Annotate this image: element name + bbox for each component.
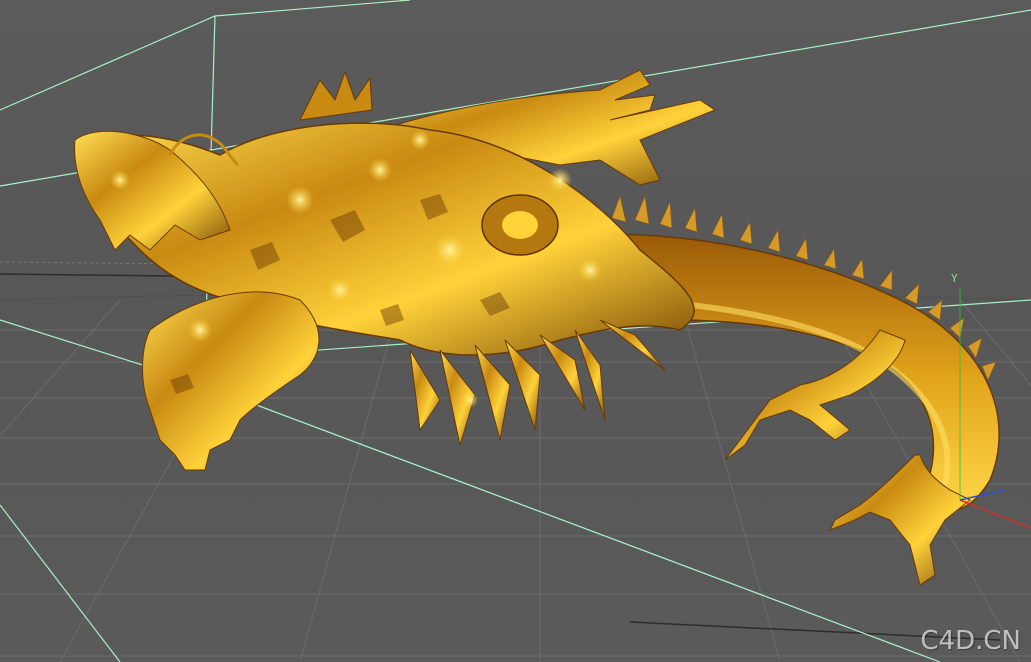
watermark: C4D.CN [920,626,1021,656]
3d-viewport[interactable]: Y C4D.CN [0,0,1031,662]
axis-y-label: Y [951,272,958,285]
viewport-scene[interactable] [0,0,1031,662]
dragon-head [74,69,717,471]
dragon-body [589,194,1000,586]
